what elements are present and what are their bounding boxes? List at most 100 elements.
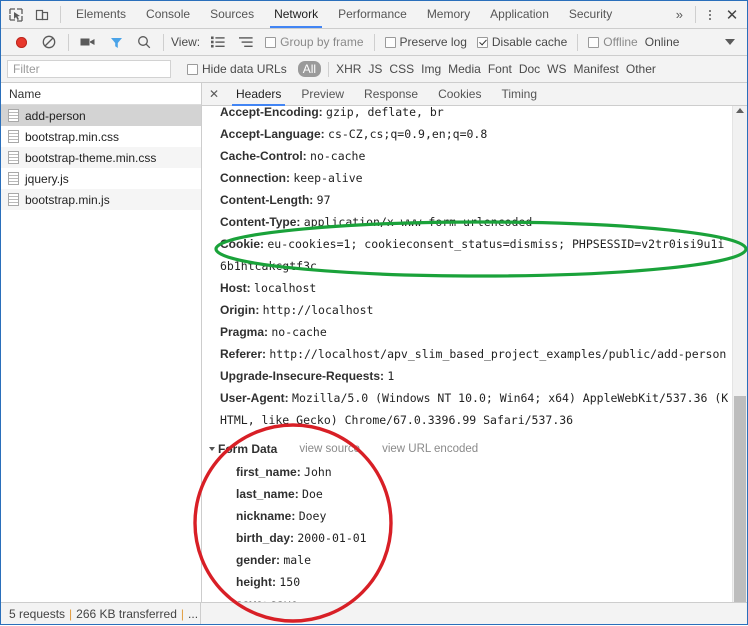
form-field-value: John [304, 465, 332, 479]
checkbox-box [476, 36, 488, 48]
checkbox-box [187, 63, 198, 75]
request-row-bootstrap-theme-min-css[interactable]: bootstrap-theme.min.css [1, 147, 201, 168]
waterfall-view-icon[interactable] [232, 31, 260, 53]
hide-data-urls-checkbox[interactable]: Hide data URLs [187, 62, 287, 76]
device-toolbar-icon[interactable] [29, 2, 55, 28]
filter-type-css[interactable]: CSS [389, 62, 414, 76]
form-field-value: Doe [302, 487, 323, 501]
throttling-value[interactable]: Online [645, 35, 680, 49]
tab-network[interactable]: Network [264, 1, 328, 28]
request-row-bootstrap-min-js[interactable]: bootstrap.min.js [1, 189, 201, 210]
tab-sources[interactable]: Sources [200, 1, 264, 28]
form-row-nickname: nickname: Doey [220, 505, 732, 527]
filter-type-manifest[interactable]: Manifest [574, 62, 619, 76]
clear-icon[interactable] [35, 31, 63, 53]
vertical-scrollbar[interactable] [732, 106, 747, 602]
headers-content: Accept-Encoding: gzip, deflate, br Accep… [202, 106, 732, 602]
search-icon[interactable] [130, 31, 158, 53]
inspect-element-icon[interactable] [3, 2, 29, 28]
document-icon [8, 151, 19, 164]
status-bar: 5 requests | 266 KB transferred | ... [1, 602, 747, 624]
filter-bar: Hide data URLs All XHR JS CSS Img Media … [1, 56, 747, 83]
close-icon[interactable]: ✕ [719, 3, 745, 27]
record-icon[interactable] [7, 31, 35, 53]
form-field-name: save: [236, 597, 267, 602]
chevron-down-icon [209, 447, 215, 451]
filter-type-all[interactable]: All [297, 61, 322, 77]
request-list[interactable]: add-person bootstrap.min.css bootstrap-t… [1, 105, 201, 602]
tab-response[interactable]: Response [354, 83, 428, 105]
tab-headers[interactable]: Headers [226, 83, 291, 106]
form-field-value: 150 [279, 575, 301, 589]
request-row-jquery-js[interactable]: jquery.js [1, 168, 201, 189]
detail-tabstrip: ✕ Headers Preview Response Cookies Timin… [202, 83, 747, 106]
status-transferred: 266 KB transferred [76, 606, 177, 621]
header-name: Origin: [220, 303, 260, 317]
header-value: http://localhost/apv_slim_based_project_… [269, 347, 727, 361]
document-icon [8, 193, 19, 206]
tab-cookies[interactable]: Cookies [428, 83, 491, 105]
tab-label: Network [274, 7, 319, 21]
tab-timing[interactable]: Timing [491, 83, 547, 105]
disable-cache-checkbox[interactable]: Disable cache [476, 35, 567, 49]
filter-type-xhr[interactable]: XHR [336, 62, 361, 76]
checkbox-box [265, 36, 277, 48]
tab-application[interactable]: Application [480, 1, 559, 28]
offline-label: Offline [603, 35, 638, 49]
form-field-name: birth_day: [236, 531, 295, 545]
tab-label: Sources [210, 7, 255, 21]
chevron-down-icon[interactable] [725, 39, 735, 45]
filter-type-ws[interactable]: WS [547, 62, 566, 76]
tab-memory[interactable]: Memory [417, 1, 480, 28]
filter-funnel-icon[interactable] [102, 31, 130, 53]
tab-preview[interactable]: Preview [291, 83, 354, 105]
list-view-icon[interactable] [204, 31, 232, 53]
request-list-header[interactable]: Name [1, 83, 201, 105]
filter-input[interactable] [7, 60, 171, 78]
scrollbar-thumb[interactable] [734, 396, 746, 602]
form-field-value: save [270, 597, 298, 602]
headers-scroll-area[interactable]: Accept-Encoding: gzip, deflate, br Accep… [202, 106, 747, 602]
filter-type-media[interactable]: Media [448, 62, 481, 76]
form-data-section-header[interactable]: Form Data view source view URL encoded [209, 437, 732, 461]
kebab-menu-icon[interactable] [701, 4, 719, 26]
filter-type-font[interactable]: Font [488, 62, 512, 76]
toolbar-divider-4 [577, 33, 579, 51]
request-row-add-person[interactable]: add-person [1, 105, 201, 126]
filter-type-img[interactable]: Img [421, 62, 441, 76]
status-requests: 5 requests [9, 606, 66, 621]
offline-checkbox[interactable]: Offline [588, 35, 638, 49]
request-row-bootstrap-min-css[interactable]: bootstrap.min.css [1, 126, 201, 147]
group-by-frame-checkbox[interactable]: Group by frame [265, 35, 364, 49]
request-detail-pane: ✕ Headers Preview Response Cookies Timin… [202, 83, 747, 602]
filter-type-js[interactable]: JS [368, 62, 382, 76]
toolbar-divider-1 [68, 33, 69, 51]
form-row-gender: gender: male [220, 549, 732, 571]
tab-security[interactable]: Security [559, 1, 622, 28]
header-row-origin: Origin: http://localhost [220, 299, 732, 321]
view-source-button[interactable]: view source [299, 437, 360, 461]
tab-elements[interactable]: Elements [66, 1, 136, 28]
header-value: keep-alive [293, 171, 363, 185]
tab-label: Response [364, 87, 419, 101]
tab-label: Elements [76, 7, 127, 21]
scroll-up-arrow-icon[interactable] [733, 108, 747, 113]
header-row-cookie: Cookie: eu-cookies=1; cookieconsent_stat… [220, 233, 725, 277]
more-tabs-icon[interactable]: » [669, 7, 690, 22]
form-field-value: 2000-01-01 [297, 531, 367, 545]
resource-type-filters: All XHR JS CSS Img Media Font Doc WS Man… [297, 61, 656, 77]
tab-console[interactable]: Console [136, 1, 200, 28]
filter-type-other[interactable]: Other [626, 62, 656, 76]
request-name: bootstrap-theme.min.css [25, 150, 157, 165]
preserve-log-label: Preserve log [399, 35, 467, 49]
preserve-log-checkbox[interactable]: Preserve log [384, 35, 467, 49]
filter-type-doc[interactable]: Doc [519, 62, 540, 76]
checkbox-box [588, 36, 600, 48]
tab-performance[interactable]: Performance [328, 1, 417, 28]
tab-label: Timing [501, 87, 538, 101]
view-url-encoded-button[interactable]: view URL encoded [382, 437, 478, 461]
header-name: Content-Length: [220, 193, 314, 207]
header-value: 97 [316, 193, 331, 207]
camera-icon[interactable] [74, 31, 102, 53]
detail-close-icon[interactable]: ✕ [202, 83, 226, 105]
